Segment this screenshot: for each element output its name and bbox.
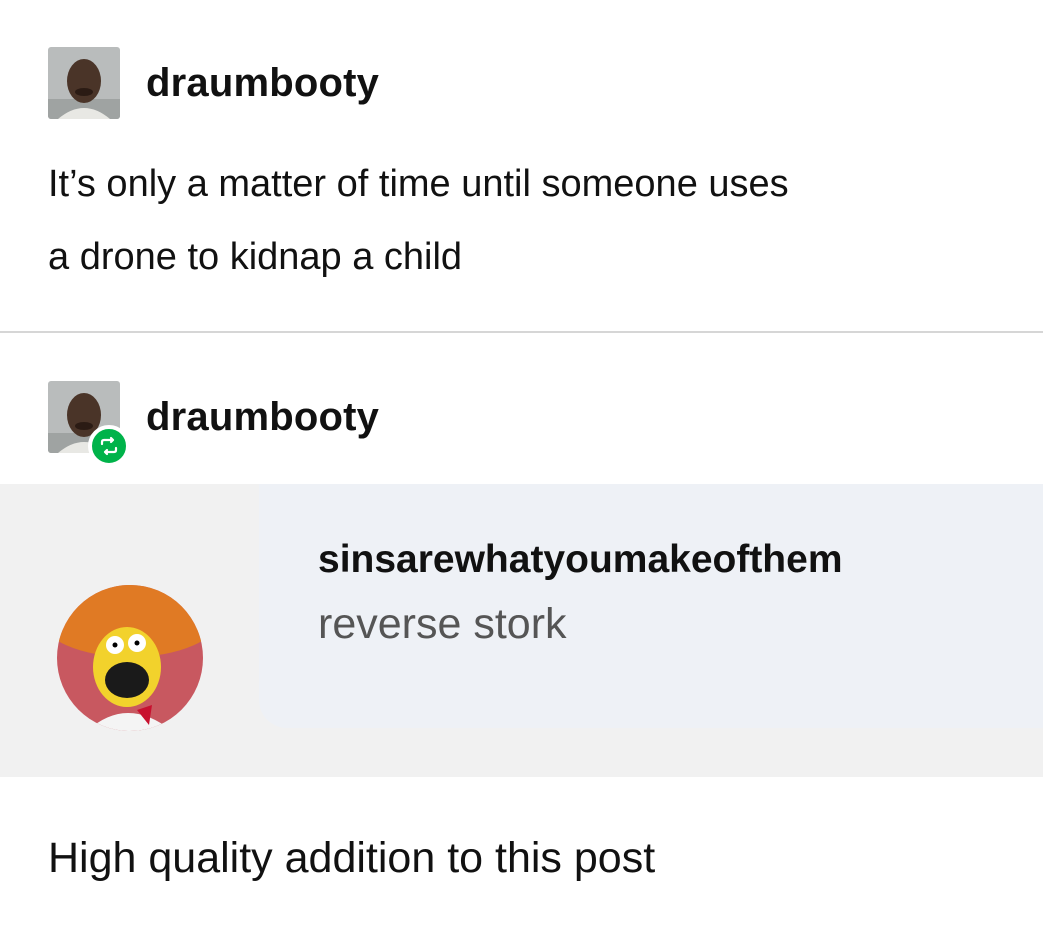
commenter-avatar[interactable] <box>57 585 203 731</box>
comment-author[interactable]: sinsarewhatyoumakeofthem <box>318 538 843 582</box>
post-body: It’s only a matter of time until someone… <box>48 148 789 294</box>
reblog-badge <box>88 425 130 467</box>
reblog-icon <box>100 436 118 456</box>
comment-text: reverse stork <box>318 600 567 648</box>
post-text-line: a drone to kidnap a child <box>48 236 463 278</box>
post-username[interactable]: draumbooty <box>146 61 379 106</box>
post-header: draumbooty <box>48 47 379 119</box>
reblog-text: High quality addition to this post <box>48 834 656 882</box>
divider <box>0 331 1043 333</box>
reblog-header: draumbooty <box>48 381 379 467</box>
comment-bubble: sinsarewhatyoumakeofthem reverse stork <box>259 484 1043 728</box>
avatar[interactable] <box>48 47 120 119</box>
post-text-line: It’s only a matter of time until someone… <box>48 163 789 205</box>
reblog-username[interactable]: draumbooty <box>146 395 379 440</box>
comment-band: sinsarewhatyoumakeofthem reverse stork <box>0 484 1043 777</box>
